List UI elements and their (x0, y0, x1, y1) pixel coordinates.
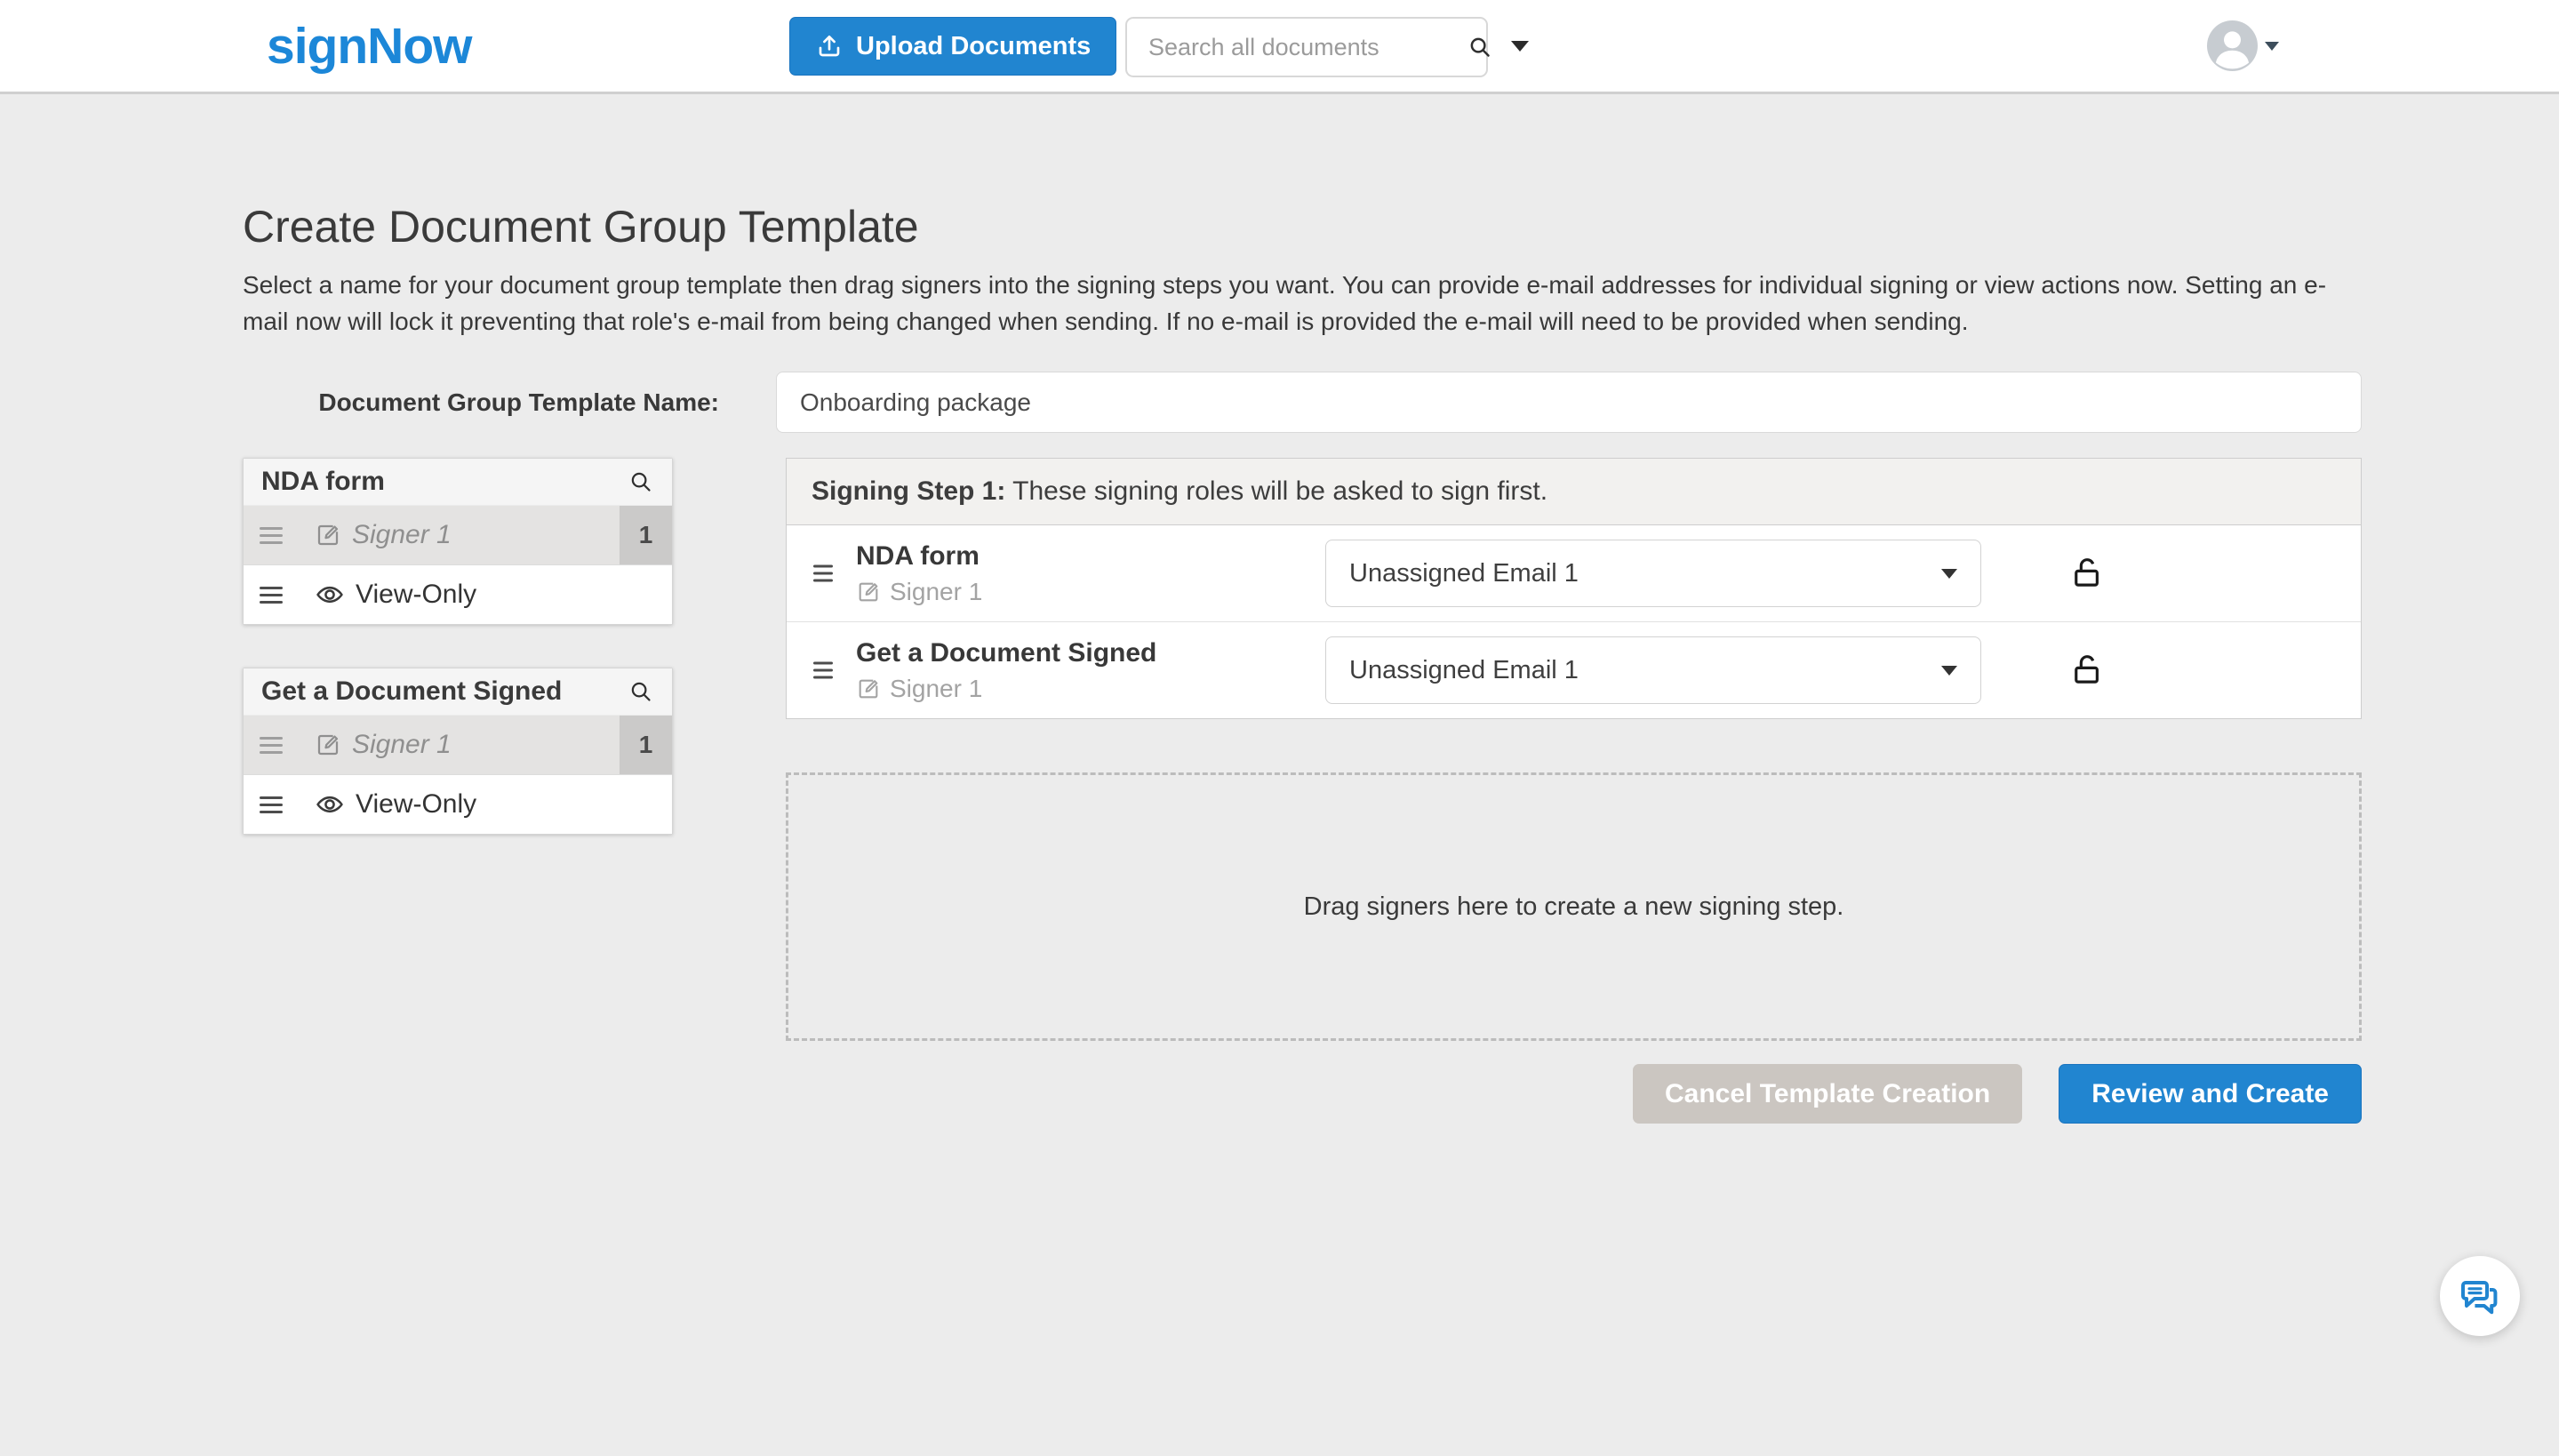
edit-icon (856, 676, 881, 701)
step-doc: Get a Document Signed Signer 1 (856, 637, 1156, 703)
edit-icon (856, 580, 881, 604)
chevron-down-icon (1941, 569, 1957, 579)
page-description: Select a name for your document group te… (243, 267, 2362, 340)
drag-handle-icon[interactable] (813, 662, 833, 679)
chevron-down-icon (2265, 42, 2279, 51)
document-card-title: NDA form (261, 467, 628, 497)
email-dropdown-value: Unassigned Email 1 (1326, 559, 1941, 588)
step-doc-title: Get a Document Signed (856, 637, 1156, 669)
signing-steps-column: Signing Step 1: These signing roles will… (786, 458, 2362, 1124)
template-name-input[interactable] (776, 372, 2362, 433)
signer-label: Signer 1 (352, 730, 452, 760)
signing-step-rows: NDA form Signer 1 Unassigned Email 1 (786, 525, 2362, 719)
drag-handle-icon[interactable] (260, 737, 283, 754)
eye-icon (315, 580, 345, 610)
edit-icon (315, 732, 341, 758)
drag-handle-icon[interactable] (260, 587, 283, 604)
unlock-icon[interactable] (2068, 652, 2106, 689)
top-bar: signNow Upload Documents (0, 0, 2559, 94)
search-input[interactable] (1127, 34, 1463, 61)
search-options-caret-icon[interactable] (1511, 41, 1529, 52)
drag-handle-icon[interactable] (813, 565, 833, 582)
email-dropdown[interactable]: Unassigned Email 1 (1325, 540, 1981, 607)
signer-row[interactable]: Signer 1 1 (244, 506, 672, 564)
review-and-create-button[interactable]: Review and Create (2059, 1064, 2362, 1124)
signing-step-header: Signing Step 1: These signing roles will… (786, 458, 2362, 525)
step-role-label: Signer 1 (890, 578, 982, 606)
drag-handle-icon[interactable] (260, 796, 283, 813)
eye-icon (315, 789, 345, 820)
step-role-label: Signer 1 (890, 675, 982, 703)
dropzone-text: Drag signers here to create a new signin… (1304, 892, 1844, 922)
search-icon[interactable] (628, 678, 654, 705)
document-card-header: NDA form (244, 459, 672, 506)
upload-documents-button[interactable]: Upload Documents (789, 17, 1116, 76)
page-title: Create Document Group Template (243, 94, 2362, 252)
brand-logo[interactable]: signNow (267, 17, 472, 76)
step-doc: NDA form Signer 1 (856, 540, 982, 606)
view-only-label: View-Only (356, 789, 476, 820)
search-icon[interactable] (628, 468, 654, 495)
signer-count-badge: 1 (620, 506, 672, 564)
view-only-row[interactable]: View-Only (244, 774, 672, 834)
documents-column: NDA form Signer 1 1 (243, 458, 673, 835)
action-buttons: Cancel Template Creation Review and Crea… (786, 1064, 2362, 1124)
search-icon[interactable] (1467, 34, 1493, 60)
signing-step-row: Get a Document Signed Signer 1 Unassigne… (787, 621, 2361, 718)
signer-row[interactable]: Signer 1 1 (244, 716, 672, 774)
avatar (2207, 20, 2258, 71)
signing-step-subtitle: These signing roles will be asked to sig… (1005, 476, 1547, 506)
signer-label: Signer 1 (352, 520, 452, 550)
template-name-row: Document Group Template Name: (243, 372, 2362, 433)
upload-icon (815, 32, 844, 60)
email-dropdown-value: Unassigned Email 1 (1326, 656, 1941, 685)
search-box (1125, 17, 1488, 77)
edit-icon (315, 522, 341, 548)
email-dropdown[interactable]: Unassigned Email 1 (1325, 636, 1981, 704)
content: Create Document Group Template Select a … (0, 94, 2362, 1124)
signing-step-row: NDA form Signer 1 Unassigned Email 1 (787, 525, 2361, 621)
document-card-nda: NDA form Signer 1 1 (243, 458, 673, 625)
document-card-get-signed: Get a Document Signed Signer 1 1 (243, 668, 673, 835)
upload-button-label: Upload Documents (856, 32, 1091, 61)
drag-handle-icon[interactable] (260, 527, 283, 544)
signer-count-badge: 1 (620, 716, 672, 774)
document-card-header: Get a Document Signed (244, 668, 672, 716)
template-name-label: Document Group Template Name: (243, 388, 719, 417)
chat-icon (2459, 1275, 2501, 1317)
unlock-icon[interactable] (2068, 555, 2106, 592)
account-menu[interactable] (2207, 20, 2279, 71)
document-card-title: Get a Document Signed (261, 676, 628, 707)
view-only-row[interactable]: View-Only (244, 564, 672, 624)
new-step-dropzone[interactable]: Drag signers here to create a new signin… (786, 772, 2362, 1041)
cancel-template-button[interactable]: Cancel Template Creation (1633, 1064, 2022, 1124)
signing-step-title: Signing Step 1: (812, 476, 1005, 506)
chevron-down-icon (1941, 666, 1957, 676)
step-doc-title: NDA form (856, 540, 982, 572)
view-only-label: View-Only (356, 580, 476, 610)
chat-fab-button[interactable] (2440, 1256, 2520, 1336)
